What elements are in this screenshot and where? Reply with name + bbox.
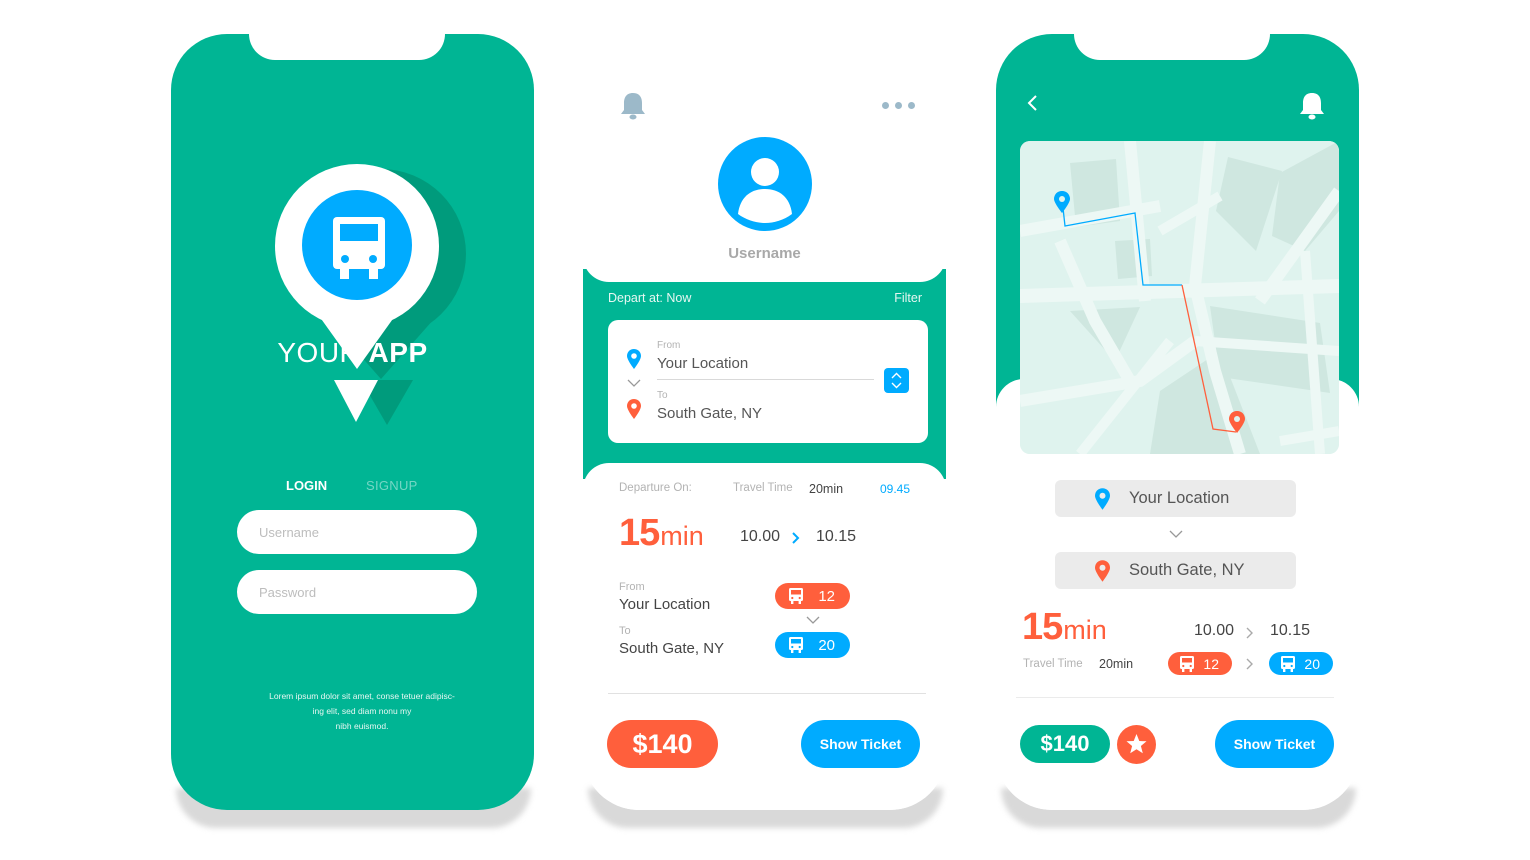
profile-username: Username — [728, 245, 801, 262]
more-dots-icon[interactable] — [882, 102, 915, 109]
chevron-right-icon — [1246, 658, 1253, 670]
avatar[interactable] — [718, 137, 812, 231]
duration-number: 15 — [619, 512, 660, 554]
origin-field[interactable]: Your Location — [1055, 480, 1296, 517]
from-label: From — [657, 340, 681, 351]
map-screen: Your Location South Gate, NY 15min 10.00… — [996, 34, 1359, 810]
route-screen: Username Depart at: Now Filter From Your… — [583, 34, 946, 810]
bus-number: 12 — [1203, 655, 1219, 672]
duration-unit: min — [660, 521, 704, 551]
price-badge: $140 — [607, 720, 718, 768]
duration-unit: min — [1063, 615, 1107, 645]
departure-time: 09.45 — [880, 482, 911, 496]
trip-duration: 15min — [1022, 606, 1107, 649]
to-value: South Gate, NY — [619, 640, 725, 657]
show-ticket-button[interactable]: Show Ticket — [1215, 720, 1334, 768]
divider — [657, 379, 874, 380]
bell-icon[interactable] — [1299, 92, 1325, 120]
chevron-down-icon — [627, 379, 641, 387]
chevron-right-icon — [1246, 627, 1253, 639]
to-label: To — [619, 625, 631, 637]
app-title: YOUR APP — [171, 337, 534, 369]
username-input[interactable] — [237, 510, 477, 554]
destination-pin-icon — [627, 399, 641, 419]
logo-triangle — [334, 380, 378, 422]
bus-badge-second[interactable]: 20 — [775, 632, 850, 658]
footer-line: ing elit, sed diam nonu my — [312, 706, 412, 716]
bus-badge-first[interactable]: 12 — [1168, 652, 1232, 675]
bus-number: 12 — [818, 587, 835, 605]
depart-at[interactable]: Depart at: Now — [608, 291, 691, 305]
footer-line: nibh euismod. — [335, 721, 389, 731]
footer-line: Lorem ipsum dolor sit amet, conse tetuer… — [269, 691, 455, 701]
swap-button[interactable] — [884, 368, 909, 393]
filter-button[interactable]: Filter — [894, 291, 922, 305]
chevron-right-icon — [792, 532, 800, 544]
bus-icon — [789, 637, 803, 653]
from-label: From — [619, 581, 645, 593]
bus-icon — [1180, 656, 1194, 672]
bus-number: 20 — [818, 636, 835, 654]
bus-number: 20 — [1304, 655, 1320, 672]
bell-icon[interactable] — [620, 92, 646, 120]
user-icon — [738, 158, 792, 223]
origin-pin-icon — [1095, 488, 1110, 510]
bus-icon — [789, 588, 803, 604]
star-icon — [1126, 734, 1147, 754]
origin-pin-icon — [627, 349, 641, 369]
duration-number: 15 — [1022, 606, 1063, 648]
origin-value: Your Location — [1129, 489, 1230, 507]
from-value: Your Location — [619, 596, 711, 613]
divider — [608, 693, 926, 694]
travel-time-label: Travel Time — [733, 482, 793, 494]
phone-notch — [249, 34, 445, 60]
swap-icon — [891, 372, 902, 389]
divider — [1016, 697, 1334, 698]
travel-time-value: 20min — [809, 482, 844, 496]
travel-time-value: 20min — [1099, 657, 1134, 671]
favorite-button[interactable] — [1117, 725, 1156, 764]
departure-on-label: Departure On: — [619, 482, 692, 494]
route-search-card: From Your Location To South Gate, NY — [608, 320, 928, 443]
destination-field[interactable]: South Gate, NY — [1055, 552, 1296, 589]
footer-text: Lorem ipsum dolor sit amet, conse tetuer… — [251, 689, 473, 734]
time-end: 10.15 — [1270, 622, 1311, 639]
app-title-light: YOUR — [277, 337, 369, 368]
chevron-down-icon — [806, 616, 820, 624]
to-label: To — [657, 390, 668, 401]
login-screen: YOUR APP LOGIN SIGNUP Lorem ipsum dolor … — [171, 34, 534, 810]
price-badge: $140 — [1020, 725, 1110, 763]
travel-time-label: Travel Time — [1023, 658, 1083, 670]
tab-login[interactable]: LOGIN — [286, 478, 327, 493]
to-input[interactable]: South Gate, NY — [657, 405, 762, 422]
from-input[interactable]: Your Location — [657, 355, 748, 372]
destination-value: South Gate, NY — [1129, 561, 1245, 579]
tab-signup[interactable]: SIGNUP — [366, 478, 418, 493]
destination-pin-icon — [1095, 560, 1110, 582]
chevron-down-icon — [1169, 530, 1183, 538]
route-map[interactable] — [1020, 141, 1339, 454]
show-ticket-button[interactable]: Show Ticket — [801, 720, 920, 768]
phone-notch — [1074, 34, 1270, 60]
time-start: 10.00 — [1194, 622, 1235, 639]
bus-badge-second[interactable]: 20 — [1269, 652, 1333, 675]
time-end: 10.15 — [816, 528, 857, 545]
bus-icon — [1281, 656, 1295, 672]
map-graphic — [1020, 141, 1339, 454]
time-start: 10.00 — [740, 528, 781, 545]
bus-icon — [333, 217, 385, 279]
bus-badge-first[interactable]: 12 — [775, 583, 850, 609]
password-input[interactable] — [237, 570, 477, 614]
chevron-left-icon[interactable] — [1026, 94, 1038, 112]
trip-duration: 15min — [619, 512, 704, 555]
app-title-bold: APP — [368, 337, 428, 368]
